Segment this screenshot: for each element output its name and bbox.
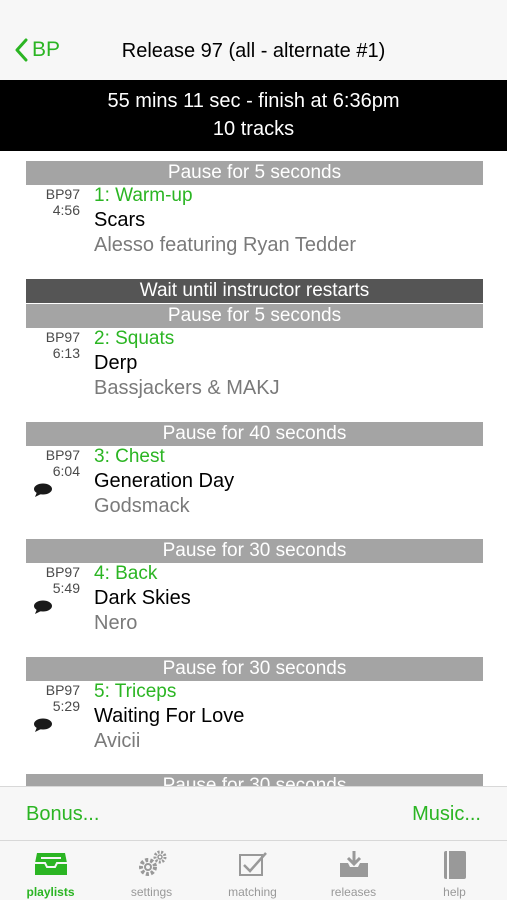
track-number-title: 3: Chest	[94, 446, 165, 467]
pause-bar: Pause for 5 seconds	[26, 161, 483, 185]
track-duration: 6:04	[52, 463, 80, 479]
track-name: Waiting For Love	[94, 705, 245, 727]
bottom-action-bar: Bonus... Music...	[0, 786, 507, 840]
back-button[interactable]: BP	[14, 38, 60, 62]
track-name: Scars	[94, 209, 146, 231]
tab-matching[interactable]: matching	[202, 841, 303, 900]
comment-icon[interactable]	[33, 483, 53, 497]
track-number-title: 2: Squats	[94, 328, 175, 349]
track-duration: 6:13	[52, 345, 80, 361]
pause-bar: Pause for 30 seconds	[26, 774, 483, 786]
track-row[interactable]: BP97 4:56 1: Warm-up Scars Alesso featur…	[0, 185, 507, 269]
tab-bar: playlists settings matching releases hel…	[0, 840, 507, 900]
navigation-bar: BP Release 97 (all - alternate #1)	[0, 0, 507, 80]
track-row[interactable]: BP97 5:49 4: Back Dark Skies Nero	[0, 563, 507, 647]
playlists-icon	[34, 853, 67, 875]
summary-banner: 55 mins 11 sec - finish at 6:36pm 10 tra…	[0, 80, 507, 151]
track-name: Generation Day	[94, 470, 235, 492]
release-code: BP97	[45, 564, 80, 580]
chevron-left-icon	[15, 38, 28, 62]
track-name: Dark Skies	[94, 587, 191, 609]
track-number-title: 1: Warm-up	[94, 185, 193, 206]
release-code: BP97	[45, 329, 80, 345]
tab-label: matching	[228, 885, 277, 899]
tab-label: help	[443, 885, 466, 899]
track-count: 10 tracks	[212, 118, 295, 140]
tab-settings[interactable]: settings	[101, 841, 202, 900]
pause-bar: Pause for 5 seconds	[26, 304, 483, 328]
track-artist: Alesso featuring Ryan Tedder	[94, 234, 357, 256]
tab-label: releases	[330, 885, 377, 899]
track-row[interactable]: BP97 5:29 5: Triceps Waiting For Love Av…	[0, 681, 507, 765]
comment-icon[interactable]	[33, 600, 53, 614]
back-label: BP	[32, 38, 61, 61]
tab-help[interactable]: help	[404, 841, 505, 900]
tab-label: settings	[130, 885, 173, 899]
comment-icon[interactable]	[33, 718, 53, 732]
track-row[interactable]: BP97 6:04 3: Chest Generation Day Godsma…	[0, 446, 507, 530]
gear-icon	[138, 850, 166, 876]
tab-playlists[interactable]: playlists	[0, 841, 101, 900]
track-list[interactable]: Pause for 5 seconds BP97 4:56 1: Warm-up…	[0, 151, 507, 786]
duration-summary: 55 mins 11 sec - finish at 6:36pm	[107, 90, 400, 112]
track-number-title: 5: Triceps	[94, 681, 177, 702]
release-code: BP97	[45, 682, 80, 698]
track-duration: 4:56	[52, 202, 80, 218]
pause-bar: Pause for 30 seconds	[26, 657, 483, 681]
track-row[interactable]: BP97 6:13 2: Squats Derp Bassjackers & M…	[0, 328, 507, 412]
track-artist: Avicii	[94, 730, 141, 752]
track-number-title: 4: Back	[94, 563, 158, 584]
track-artist: Godsmack	[94, 495, 190, 517]
book-icon	[443, 851, 466, 879]
pause-bar: Pause for 40 seconds	[26, 422, 483, 446]
releases-icon	[339, 851, 368, 877]
bonus-button[interactable]: Bonus...	[26, 803, 99, 826]
page-title: Release 97 (all - alternate #1)	[121, 40, 386, 62]
track-name: Derp	[94, 352, 138, 374]
matching-icon	[238, 852, 267, 876]
release-code: BP97	[45, 447, 80, 463]
release-code: BP97	[45, 186, 80, 202]
tab-releases[interactable]: releases	[303, 841, 404, 900]
track-duration: 5:49	[52, 580, 80, 596]
music-button[interactable]: Music...	[412, 803, 481, 826]
tab-label: playlists	[26, 885, 75, 899]
track-artist: Nero	[94, 612, 138, 634]
track-artist: Bassjackers & MAKJ	[94, 377, 280, 399]
track-duration: 5:29	[52, 698, 80, 714]
pause-bar: Pause for 30 seconds	[26, 539, 483, 563]
wait-bar: Wait until instructor restarts	[26, 279, 483, 303]
